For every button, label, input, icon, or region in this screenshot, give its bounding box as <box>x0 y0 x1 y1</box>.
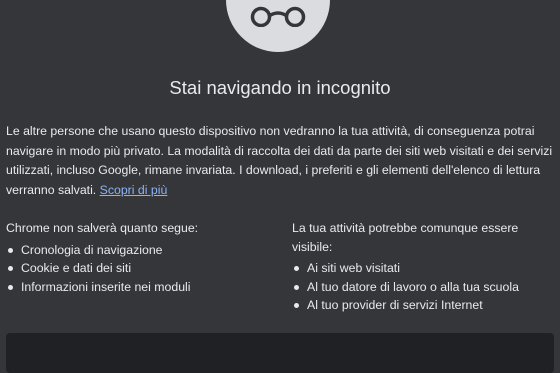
list-item-label: Informazioni inserite nei moduli <box>21 279 191 294</box>
still-visible-heading: La tua attività potrebbe comunque essere… <box>292 221 519 254</box>
list-item: Ai siti web visitati <box>292 259 542 278</box>
bullet-icon <box>8 266 13 271</box>
not-saved-section: Chrome non salverà quanto segue: Cronolo… <box>6 219 266 296</box>
incognito-description: Le altre persone che usano questo dispos… <box>6 122 554 200</box>
intro-text: Le altre persone che usano questo dispos… <box>6 124 553 197</box>
incognito-icon-circle <box>226 0 330 52</box>
list-item-label: Cronologia di navigazione <box>21 242 163 257</box>
page-title: Stai navigando in incognito <box>169 77 391 98</box>
bullet-icon <box>294 266 299 271</box>
list-item: Al tuo datore di lavoro o alla tua scuol… <box>292 278 542 297</box>
not-saved-list: Cronologia di navigazione Cookie e dati … <box>6 241 266 297</box>
third-party-cookies-panel <box>6 333 554 373</box>
bullet-icon <box>8 247 13 253</box>
list-item-label: Al tuo datore di lavoro o alla tua scuol… <box>307 279 519 294</box>
bullet-icon <box>8 284 13 290</box>
list-item: Cronologia di navigazione <box>6 241 266 260</box>
still-visible-list: Ai siti web visitati Al tuo datore di la… <box>292 259 542 315</box>
bullet-icon <box>294 303 299 308</box>
incognito-glasses-icon <box>250 6 306 27</box>
learn-more-link[interactable]: Scopri di più <box>100 183 168 197</box>
list-item: Informazioni inserite nei moduli <box>6 278 266 297</box>
list-item: Al tuo provider di servizi Internet <box>292 296 542 315</box>
bullet-icon <box>294 284 299 290</box>
still-visible-section: La tua attività potrebbe comunque essere… <box>292 219 542 315</box>
list-item-label: Al tuo provider di servizi Internet <box>307 298 483 312</box>
list-item-label: Ai siti web visitati <box>307 261 400 275</box>
list-item: Cookie e dati dei siti <box>6 259 266 278</box>
not-saved-heading: Chrome non salverà quanto segue: <box>6 221 199 235</box>
list-item-label: Cookie e dati dei siti <box>21 261 132 275</box>
